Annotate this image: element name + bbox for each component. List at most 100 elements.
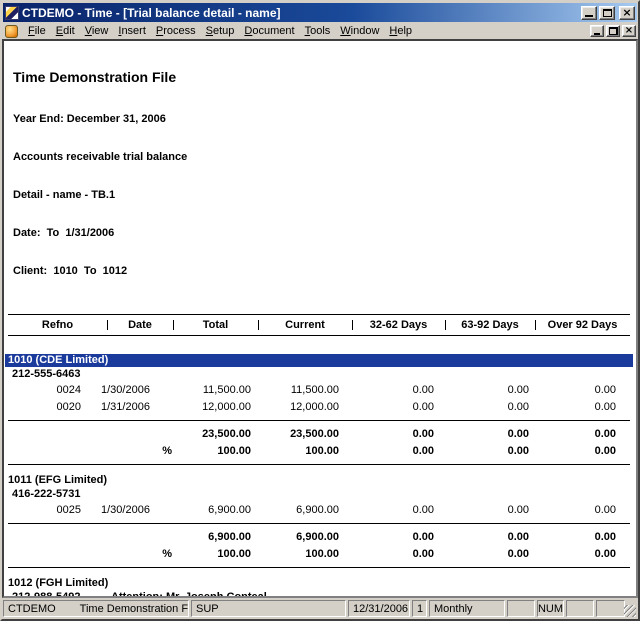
status-bar: CTDEMO Time Demonstration File SUP 12/31… [2, 598, 638, 619]
cell-date: 1/31/2006 [81, 399, 174, 416]
mdi-restore-button[interactable] [606, 25, 620, 37]
app-icon[interactable] [5, 6, 19, 20]
total-current: 6,900.00 [251, 529, 339, 546]
mdi-minimize-button[interactable] [590, 25, 604, 37]
client-label: 1012 (FGH Limited) [8, 577, 108, 589]
menu-process[interactable]: Process [151, 24, 201, 38]
status-panel-frequency: Monthly [429, 600, 505, 617]
pct-current: 100.00 [251, 443, 339, 460]
cell-over-92: 0.00 [529, 382, 616, 399]
section-percent-row: % 100.00 100.00 0.00 0.00 0.00 [8, 443, 630, 460]
total-over-92: 0.00 [529, 426, 616, 443]
report-area[interactable]: Time Demonstration File Year End: Decemb… [2, 39, 638, 598]
column-header-current: Current [258, 315, 352, 335]
num-lock-indicator: NUM [538, 603, 563, 615]
column-header-refno: Refno [8, 315, 107, 335]
total-63-92: 0.00 [434, 529, 529, 546]
pct-over-92: 0.00 [529, 443, 616, 460]
maximize-button[interactable] [599, 6, 615, 20]
cell-32-62: 0.00 [339, 399, 434, 416]
menu-setup[interactable]: Setup [201, 24, 240, 38]
close-icon: × [625, 26, 633, 36]
report-date-range: Date: To 1/31/2006 [13, 226, 636, 240]
close-button[interactable]: × [619, 6, 635, 20]
menu-insert[interactable]: Insert [113, 24, 151, 38]
menu-file[interactable]: File [23, 24, 51, 38]
cell-current: 11,500.00 [251, 382, 339, 399]
total-total: 23,500.00 [174, 426, 251, 443]
client-info-row: 212-555-6463 [8, 367, 636, 382]
status-panel-empty-1 [507, 600, 535, 617]
report-detail: Detail - name - TB.1 [13, 188, 636, 202]
resize-grip-icon[interactable] [624, 605, 636, 617]
menu-tools[interactable]: Tools [300, 24, 336, 38]
mdi-window-controls: × [590, 25, 636, 37]
cell-over-92: 0.00 [529, 399, 616, 416]
table-row[interactable]: 0020 1/31/2006 12,000.00 12,000.00 0.00 … [8, 399, 630, 416]
cell-63-92: 0.00 [434, 399, 529, 416]
column-header-32-62: 32-62 Days [352, 315, 445, 335]
status-frequency: Monthly [434, 603, 473, 615]
total-32-62: 0.00 [339, 529, 434, 546]
total-current: 23,500.00 [251, 426, 339, 443]
total-over-92: 0.00 [529, 529, 616, 546]
status-panel-period: 1 [412, 600, 427, 617]
section-total-row: 6,900.00 6,900.00 0.00 0.00 0.00 [8, 529, 630, 546]
client-row-1010[interactable]: 1010 (CDE Limited) [5, 354, 633, 367]
menu-edit[interactable]: Edit [51, 24, 80, 38]
menu-window[interactable]: Window [335, 24, 384, 38]
status-grip-area [627, 600, 637, 617]
window-title: CTDEMO - Time - [Trial balance detail - … [22, 6, 581, 20]
document-icon[interactable] [5, 25, 18, 38]
status-panel-company: CTDEMO Time Demonstration File [3, 600, 189, 617]
client-attention: Attention: Mr. Joseph Conteal [108, 590, 267, 598]
column-header-total: Total [173, 315, 258, 335]
app-window: CTDEMO - Time - [Trial balance detail - … [0, 0, 640, 621]
table-row[interactable]: 0025 1/30/2006 6,900.00 6,900.00 0.00 0.… [8, 502, 630, 519]
status-panel-numlock: NUM [537, 600, 564, 617]
total-32-62: 0.00 [339, 426, 434, 443]
menu-document[interactable]: Document [239, 24, 299, 38]
pct-32-62: 0.00 [339, 546, 434, 563]
cell-total: 12,000.00 [174, 399, 251, 416]
client-label: 1010 (CDE Limited) [8, 354, 108, 366]
company-code: CTDEMO [8, 603, 56, 615]
column-header-row: Refno Date Total Current 32-62 Days 63-9… [8, 314, 630, 336]
menu-view[interactable]: View [80, 24, 114, 38]
percent-symbol: % [81, 443, 174, 460]
minimize-icon [594, 33, 600, 35]
client-info-row: 212-988-5492 Attention: Mr. Joseph Conte… [8, 590, 636, 598]
status-panel-empty-3 [596, 600, 625, 617]
rule [8, 567, 630, 568]
cell-refno: 0024 [8, 382, 81, 399]
report-client-range: Client: 1010 To 1012 [13, 264, 636, 278]
title-bar[interactable]: CTDEMO - Time - [Trial balance detail - … [3, 3, 637, 22]
status-period: 1 [417, 603, 423, 615]
cell-63-92: 0.00 [434, 502, 529, 519]
total-total: 6,900.00 [174, 529, 251, 546]
cell-total: 11,500.00 [174, 382, 251, 399]
pct-current: 100.00 [251, 546, 339, 563]
client-row-1012[interactable]: 1012 (FGH Limited) [5, 576, 633, 590]
pct-63-92: 0.00 [434, 443, 529, 460]
report-subtitle: Accounts receivable trial balance [13, 150, 636, 164]
restore-icon [609, 27, 618, 35]
client-row-1011[interactable]: 1011 (EFG Limited) [5, 473, 633, 487]
menu-help[interactable]: Help [384, 24, 417, 38]
report-year-end: Year End: December 31, 2006 [13, 112, 636, 126]
cell-refno: 0025 [8, 502, 81, 519]
rule [8, 523, 630, 524]
status-panel-date: 12/31/2006 [348, 600, 410, 617]
cell-over-92: 0.00 [529, 502, 616, 519]
mdi-close-button[interactable]: × [622, 25, 636, 37]
cell-current: 12,000.00 [251, 399, 339, 416]
percent-symbol: % [81, 546, 174, 563]
window-controls: × [581, 6, 635, 20]
section-total-row: 23,500.00 23,500.00 0.00 0.00 0.00 [8, 426, 630, 443]
column-header-63-92: 63-92 Days [445, 315, 535, 335]
cell-refno: 0020 [8, 399, 81, 416]
table-row[interactable]: 0024 1/30/2006 11,500.00 11,500.00 0.00 … [8, 382, 630, 399]
minimize-button[interactable] [581, 6, 597, 20]
status-date: 12/31/2006 [353, 603, 408, 615]
client-info-row: 416-222-5731 [8, 487, 636, 502]
